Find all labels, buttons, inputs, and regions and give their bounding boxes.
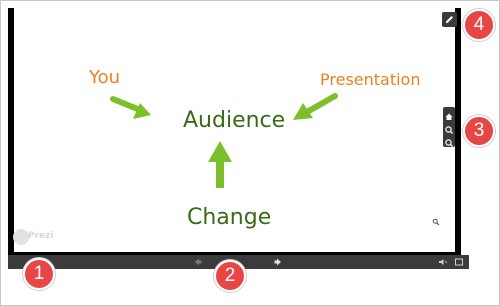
- zoom-controls: [443, 107, 455, 147]
- word-you: You: [89, 67, 121, 88]
- zoom-in-button[interactable]: [443, 121, 455, 134]
- callout-4: 4: [463, 9, 495, 41]
- word-change: Change: [187, 205, 272, 230]
- fullscreen-icon: [455, 258, 463, 266]
- callout-1: 1: [23, 258, 55, 290]
- prezi-watermark: Prezi: [28, 231, 54, 241]
- home-button[interactable]: [443, 108, 455, 120]
- word-audience: Audience: [183, 108, 286, 133]
- previous-step-button[interactable]: [193, 257, 203, 267]
- volume-button[interactable]: [438, 257, 448, 267]
- pencil-icon: [446, 16, 453, 23]
- fullscreen-button[interactable]: [454, 257, 464, 267]
- left-arrow-icon: [195, 258, 199, 266]
- right-arrow-icon: [277, 258, 281, 266]
- prezi-logo-icon: [13, 229, 29, 245]
- zoom-out-button[interactable]: [443, 134, 455, 147]
- word-presentation: Presentation: [320, 70, 421, 89]
- edit-button[interactable]: [442, 12, 457, 27]
- magnifier-icon[interactable]: [432, 218, 440, 226]
- next-step-button[interactable]: [273, 257, 283, 267]
- zoom-out-icon: [445, 139, 453, 147]
- callout-3: 3: [463, 115, 495, 147]
- arrow-change-to-audience: [208, 141, 232, 162]
- speaker-icon: [439, 259, 444, 265]
- callout-2: 2: [214, 260, 246, 292]
